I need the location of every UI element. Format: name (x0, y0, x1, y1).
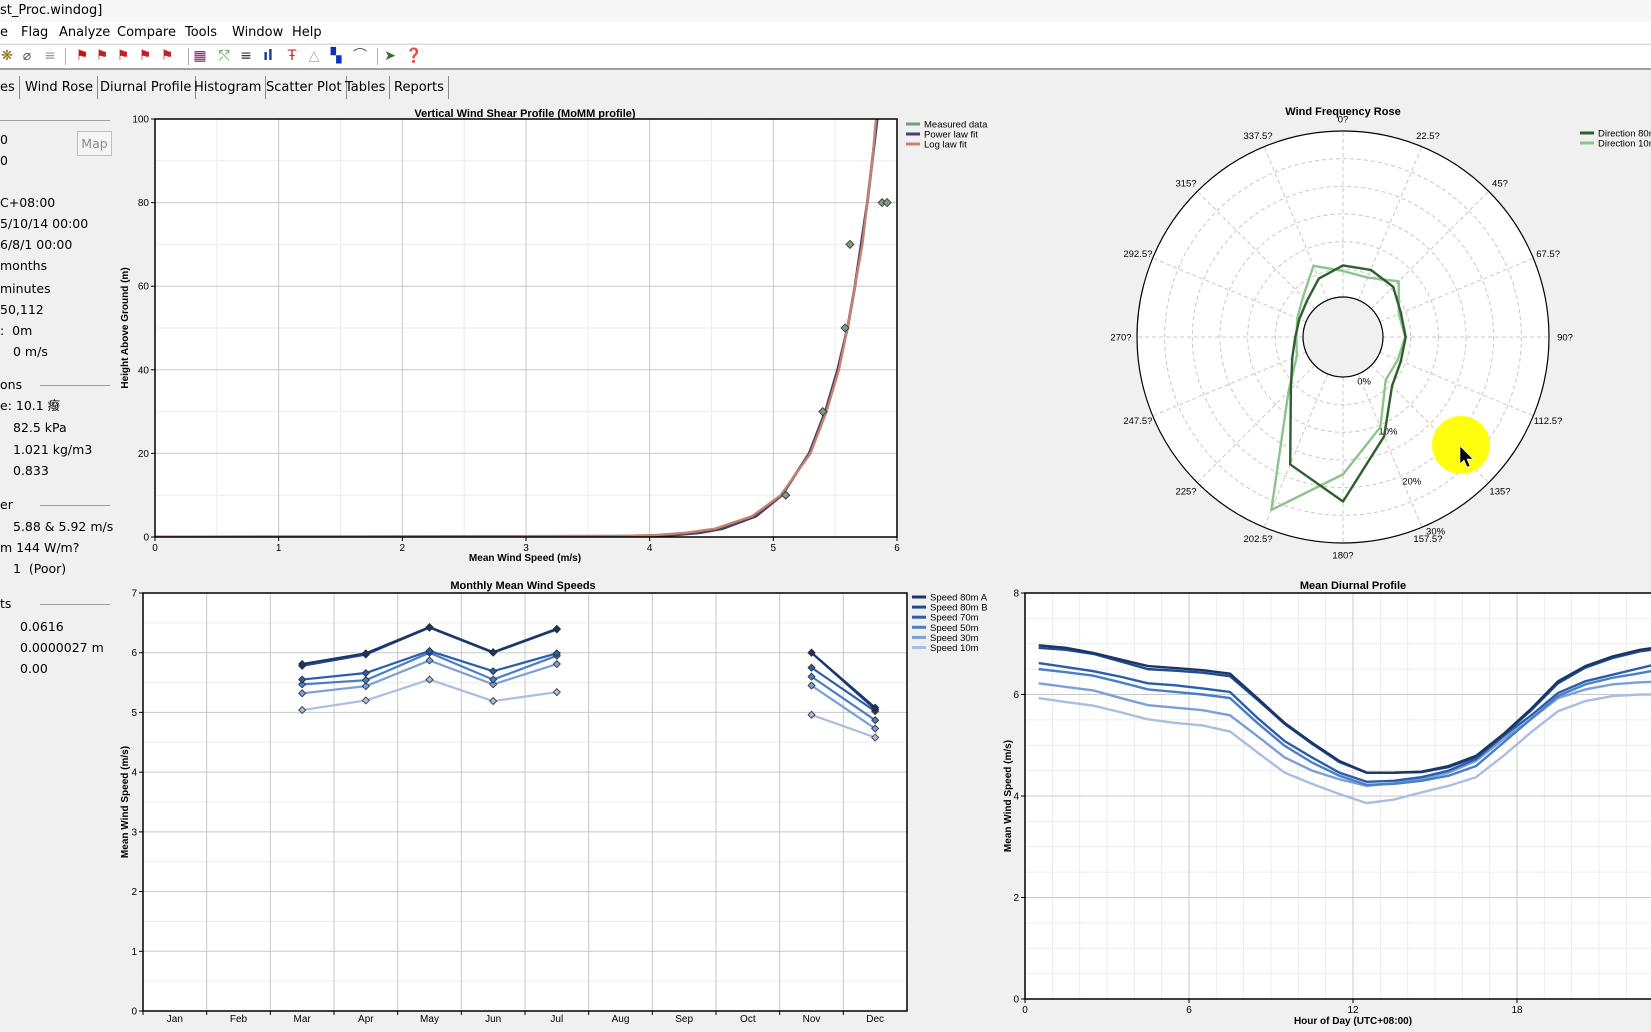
x-tick-label: 6 (1186, 1005, 1192, 1016)
x-tick-label: 3 (523, 543, 529, 554)
chart-title: Monthly Mean Wind Speeds (450, 580, 595, 592)
direction-label: 225? (1175, 487, 1196, 498)
legend-label: Direction 10m (1598, 139, 1651, 150)
direction-label: 337.5? (1244, 131, 1273, 142)
y-tick-label: 5 (131, 708, 137, 719)
y-tick-label: 4 (131, 768, 137, 779)
direction-label: 90? (1557, 333, 1573, 344)
direction-label: 135? (1489, 487, 1510, 498)
y-tick-label: 60 (138, 282, 150, 293)
ring-label: 30% (1426, 527, 1446, 538)
chart-title: Vertical Wind Shear Profile (MoMM profil… (414, 108, 635, 120)
x-tick-label: Jun (485, 1014, 501, 1025)
chart-title: Mean Diurnal Profile (1300, 580, 1406, 592)
direction-label: 0? (1338, 115, 1349, 126)
direction-label: 22.5? (1416, 131, 1440, 142)
x-tick-label: Oct (740, 1014, 756, 1025)
direction-label: 112.5? (1534, 416, 1562, 427)
x-tick-label: Nov (803, 1014, 821, 1025)
y-tick-label: 3 (131, 827, 137, 838)
x-tick-label: 0 (152, 543, 158, 554)
legend-label: Speed 10m (930, 643, 979, 654)
x-tick-label: Feb (230, 1014, 248, 1025)
wind-rose-chart: Wind Frequency Rose 0?22.5?45?67.5?90?11… (1110, 106, 1651, 562)
y-axis-label: Mean Wind Speed (m/s) (120, 746, 131, 858)
y-tick-label: 0 (143, 533, 149, 544)
rose-center-hole (1302, 296, 1384, 378)
y-tick-label: 20 (138, 449, 150, 460)
diurnal-profile-chart: Mean Diurnal Profile Hour of Day (UTC+08… (1003, 580, 1651, 1027)
x-tick-label: Aug (612, 1014, 630, 1025)
y-tick-label: 0 (1013, 995, 1019, 1006)
y-tick-label: 7 (131, 589, 137, 600)
monthly-mean-chart: Monthly Mean Wind Speeds Mean Wind Speed… (120, 580, 988, 1025)
direction-label: 67.5? (1536, 249, 1560, 260)
ring-label: 0% (1357, 377, 1371, 388)
x-tick-label: Jan (167, 1014, 183, 1025)
y-tick-label: 4 (1013, 792, 1019, 803)
wind-shear-chart: Vertical Wind Shear Profile (MoMM profil… (120, 108, 988, 564)
x-tick-label: Mar (294, 1014, 312, 1025)
y-tick-label: 2 (131, 887, 137, 898)
direction-label: 45? (1492, 178, 1508, 189)
direction-label: 270? (1110, 333, 1131, 344)
y-tick-label: 6 (131, 648, 137, 659)
ring-label: 10% (1378, 427, 1398, 438)
x-tick-label: 12 (1347, 1005, 1359, 1016)
y-tick-label: 80 (138, 198, 150, 209)
x-tick-label: Dec (866, 1014, 884, 1025)
y-tick-label: 40 (138, 365, 150, 376)
x-tick-label: 5 (771, 543, 777, 554)
x-tick-label: 18 (1511, 1005, 1523, 1016)
cursor-highlight (1432, 416, 1490, 474)
legend-label: Log law fit (924, 140, 967, 151)
x-tick-label: 6 (894, 543, 900, 554)
x-axis-label: Hour of Day (UTC+08:00) (1294, 1016, 1412, 1027)
direction-label: 180? (1332, 551, 1353, 562)
y-tick-label: 100 (132, 115, 149, 126)
y-tick-label: 6 (1013, 690, 1019, 701)
y-axis-label: Height Above Ground (m) (120, 267, 131, 388)
x-tick-label: 4 (647, 543, 653, 554)
y-tick-label: 1 (131, 947, 137, 958)
mouse-cursor (1432, 416, 1490, 474)
direction-label: 202.5? (1244, 534, 1273, 545)
x-tick-label: Jul (550, 1014, 563, 1025)
x-axis-label: Mean Wind Speed (m/s) (469, 553, 581, 564)
y-tick-label: 2 (1013, 893, 1019, 904)
direction-label: 315? (1175, 178, 1196, 189)
charts-area: Vertical Wind Shear Profile (MoMM profil… (120, 106, 1651, 1027)
direction-label: 247.5? (1123, 416, 1152, 427)
direction-label: 292.5? (1123, 249, 1152, 260)
x-tick-label: May (420, 1014, 439, 1025)
y-tick-label: 0 (131, 1007, 137, 1018)
y-axis-label: Mean Wind Speed (m/s) (1003, 740, 1014, 852)
x-tick-label: 0 (1022, 1005, 1028, 1016)
x-tick-label: 1 (276, 543, 282, 554)
x-tick-label: 2 (400, 543, 406, 554)
x-tick-label: Sep (675, 1014, 693, 1025)
ring-label: 20% (1402, 477, 1422, 488)
x-tick-label: Apr (358, 1014, 374, 1025)
y-tick-label: 8 (1013, 589, 1019, 600)
